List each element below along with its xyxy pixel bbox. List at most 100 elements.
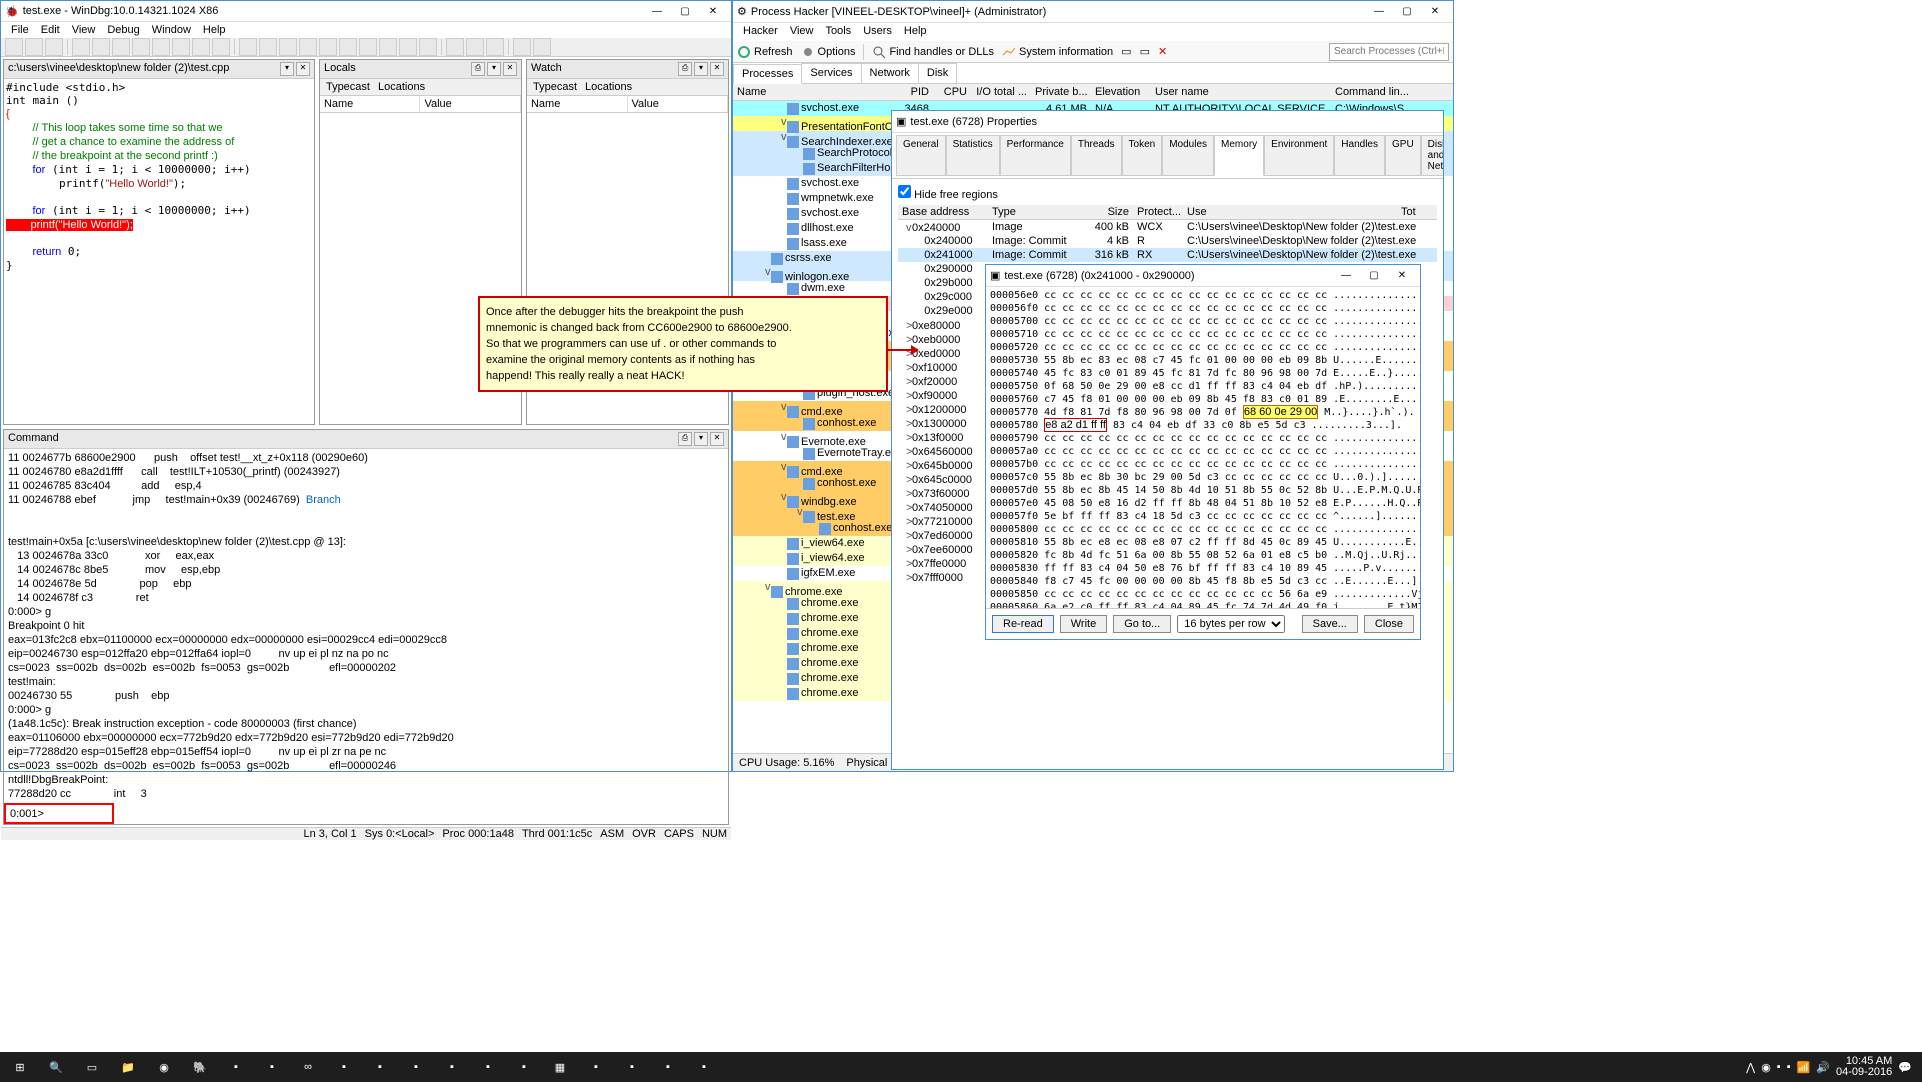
close-button[interactable]: Close bbox=[1364, 615, 1414, 633]
tab-token[interactable]: Token bbox=[1122, 135, 1163, 176]
tray-icon[interactable]: ▪ bbox=[1787, 1061, 1791, 1073]
memory-row[interactable]: 0x241000Image: Commit316 kBRXC:\Users\vi… bbox=[898, 248, 1437, 262]
menu-help[interactable]: Help bbox=[898, 23, 933, 41]
pane-close-icon[interactable]: ✕ bbox=[710, 432, 724, 446]
start-button[interactable]: ⊞ bbox=[4, 1054, 36, 1080]
hex-content[interactable]: 000056e0 cc cc cc cc cc cc cc cc cc cc c… bbox=[986, 287, 1420, 608]
app-icon[interactable]: ▪ bbox=[508, 1054, 540, 1080]
col-use[interactable]: Use bbox=[1183, 205, 1397, 219]
menu-help[interactable]: Help bbox=[197, 22, 232, 38]
tab-handles[interactable]: Handles bbox=[1334, 135, 1385, 176]
menu-window[interactable]: Window bbox=[146, 22, 197, 38]
maximize-button[interactable]: ▢ bbox=[671, 1, 699, 21]
minimize-button[interactable]: — bbox=[1365, 2, 1393, 22]
pane-pin-icon[interactable]: ⎙ bbox=[678, 62, 692, 76]
menu-edit[interactable]: Edit bbox=[35, 22, 66, 38]
tab-memory[interactable]: Memory bbox=[1214, 135, 1264, 176]
menu-view[interactable]: View bbox=[66, 22, 102, 38]
terminal-icon[interactable]: ▪ bbox=[256, 1054, 288, 1080]
app-icon[interactable]: ▪ bbox=[364, 1054, 396, 1080]
tab-general[interactable]: General bbox=[896, 135, 946, 176]
tab-modules[interactable]: Modules bbox=[1162, 135, 1214, 176]
toolbar-button[interactable] bbox=[5, 38, 23, 56]
toolbar-button[interactable] bbox=[172, 38, 190, 56]
menu-hacker[interactable]: Hacker bbox=[737, 23, 784, 41]
app-icon[interactable]: ▪ bbox=[328, 1054, 360, 1080]
source-code[interactable]: #include <stdio.h> int main () { // This… bbox=[4, 79, 314, 424]
toolbar-button[interactable] bbox=[466, 38, 484, 56]
col-pid[interactable]: PID bbox=[893, 84, 933, 100]
volume-icon[interactable]: 🔊 bbox=[1816, 1061, 1830, 1074]
toolbar-button[interactable] bbox=[319, 38, 337, 56]
tab-processes[interactable]: Processes bbox=[733, 64, 802, 84]
col-private[interactable]: Private b... bbox=[1031, 84, 1091, 100]
tab-threads[interactable]: Threads bbox=[1071, 135, 1122, 176]
locations-label[interactable]: Locations bbox=[374, 81, 429, 93]
col-tot[interactable]: Tot bbox=[1397, 205, 1437, 219]
toolbar-button[interactable] bbox=[419, 38, 437, 56]
col-name[interactable]: Name bbox=[527, 96, 628, 112]
save-button[interactable]: Save... bbox=[1302, 615, 1358, 633]
col-value[interactable]: Value bbox=[420, 96, 521, 112]
pane-close-icon[interactable]: ✕ bbox=[296, 62, 310, 76]
col-name[interactable]: Name bbox=[320, 96, 421, 112]
tab-statistics[interactable]: Statistics bbox=[946, 135, 1000, 176]
app-icon[interactable]: ▪ bbox=[652, 1054, 684, 1080]
app-icon[interactable]: ▪ bbox=[688, 1054, 720, 1080]
col-io[interactable]: I/O total ... bbox=[971, 84, 1031, 100]
goto-button[interactable]: Go to... bbox=[1113, 615, 1171, 633]
col-cpu[interactable]: CPU bbox=[933, 84, 971, 100]
close-button[interactable]: ✕ bbox=[699, 1, 727, 21]
viber-tray-icon[interactable]: ◉ bbox=[1761, 1061, 1771, 1074]
toolbar-button[interactable] bbox=[446, 38, 464, 56]
chrome-icon[interactable]: ◉ bbox=[148, 1054, 180, 1080]
toolbar-button[interactable] bbox=[299, 38, 317, 56]
menu-tools[interactable]: Tools bbox=[820, 23, 858, 41]
menu-view[interactable]: View bbox=[784, 23, 820, 41]
pane-dropdown-icon[interactable]: ▾ bbox=[487, 62, 501, 76]
col-user[interactable]: User name bbox=[1151, 84, 1331, 100]
toolbar-button[interactable] bbox=[533, 38, 551, 56]
menu-users[interactable]: Users bbox=[857, 23, 898, 41]
app-icon[interactable]: ▪ bbox=[472, 1054, 504, 1080]
taskbar[interactable]: ⊞ 🔍 ▭ 📁 ◉ 🐘 ▪ ▪ ∞ ▪ ▪ ▪ ▪ ▪ ▪ ▦ ▪ ▪ ▪ ▪ … bbox=[0, 1052, 1922, 1082]
toolbar-button[interactable] bbox=[239, 38, 257, 56]
tab-environment[interactable]: Environment bbox=[1264, 135, 1334, 176]
close-button[interactable]: ✕ bbox=[1388, 266, 1416, 286]
toolbar-button[interactable] bbox=[152, 38, 170, 56]
toolbar-button[interactable] bbox=[279, 38, 297, 56]
col-type[interactable]: Type bbox=[988, 205, 1078, 219]
clock-date[interactable]: 04-09-2016 bbox=[1836, 1067, 1892, 1078]
prop-titlebar[interactable]: ▣ test.exe (6728) Properties bbox=[892, 111, 1443, 133]
toolbar-button[interactable] bbox=[399, 38, 417, 56]
toolbar-button[interactable] bbox=[192, 38, 210, 56]
refresh-button[interactable]: Refresh bbox=[737, 45, 793, 59]
tab-gpu[interactable]: GPU bbox=[1385, 135, 1421, 176]
toolbar-button[interactable] bbox=[72, 38, 90, 56]
pane-dropdown-icon[interactable]: ▾ bbox=[694, 432, 708, 446]
minimize-button[interactable]: — bbox=[643, 1, 671, 21]
close-button[interactable]: ✕ bbox=[1421, 2, 1449, 22]
locations-label[interactable]: Locations bbox=[581, 81, 636, 93]
windbg-titlebar[interactable]: 🐞 test.exe - WinDbg:10.0.14321.1024 X86 … bbox=[1, 1, 731, 22]
tab-network[interactable]: Network bbox=[861, 63, 919, 83]
tray-icon[interactable]: ⋀ bbox=[1746, 1061, 1755, 1074]
sysinfo-button[interactable]: System information bbox=[1002, 45, 1113, 59]
system-tray[interactable]: ⋀ ◉ ▪ ▪ 📶 🔊 10:45 AM 04-09-2016 💬 bbox=[1746, 1056, 1918, 1078]
col-size[interactable]: Size bbox=[1078, 205, 1133, 219]
source-tab[interactable]: c:\users\vinee\desktop\new folder (2)\te… bbox=[8, 62, 229, 76]
network-icon[interactable]: 📶 bbox=[1797, 1061, 1811, 1074]
hide-free-checkbox[interactable]: Hide free regions bbox=[898, 185, 1437, 201]
reread-button[interactable]: Re-read bbox=[992, 615, 1054, 633]
options-button[interactable]: Options bbox=[801, 45, 856, 59]
pane-dropdown-icon[interactable]: ▾ bbox=[694, 62, 708, 76]
col-cmd[interactable]: Command lin... bbox=[1331, 84, 1431, 100]
write-button[interactable]: Write bbox=[1060, 615, 1107, 633]
pane-close-icon[interactable]: ✕ bbox=[710, 62, 724, 76]
task-view-icon[interactable]: ▭ bbox=[76, 1054, 108, 1080]
col-name[interactable]: Name bbox=[733, 84, 893, 100]
tray-icon[interactable]: ▪ bbox=[1777, 1061, 1781, 1073]
toolbar-button[interactable] bbox=[339, 38, 357, 56]
pane-pin-icon[interactable]: ⎙ bbox=[678, 432, 692, 446]
tool-icon[interactable]: ▭ bbox=[1140, 45, 1150, 58]
